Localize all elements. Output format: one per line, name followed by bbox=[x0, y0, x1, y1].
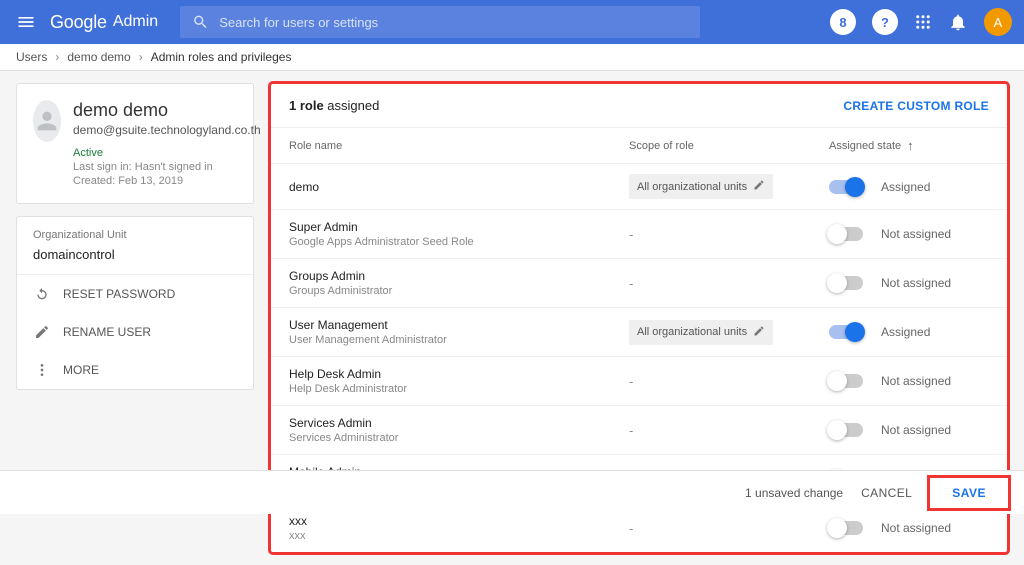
assigned-toggle[interactable] bbox=[829, 180, 863, 194]
col-state-label: Assigned state bbox=[829, 140, 901, 152]
unsaved-changes-text: 1 unsaved change bbox=[745, 486, 843, 500]
roles-assigned-suffix: assigned bbox=[324, 98, 380, 113]
scope-text: All organizational units bbox=[637, 326, 747, 338]
pencil-icon bbox=[753, 179, 765, 194]
role-name: Groups Admin bbox=[289, 269, 629, 283]
scope-dash: - bbox=[629, 374, 633, 389]
role-name: Services Admin bbox=[289, 416, 629, 430]
save-button[interactable]: SAVE bbox=[930, 478, 1008, 508]
notifications-count[interactable]: 8 bbox=[830, 9, 856, 35]
help-icon[interactable]: ? bbox=[872, 9, 898, 35]
reset-icon bbox=[33, 285, 51, 303]
col-role-name[interactable]: Role name bbox=[289, 140, 629, 152]
more-icon bbox=[33, 361, 51, 379]
rename-user-label: RENAME USER bbox=[63, 325, 151, 339]
breadcrumb-sep: › bbox=[139, 50, 143, 64]
scope-text: All organizational units bbox=[637, 181, 747, 193]
header-actions: 8 ? A bbox=[830, 8, 1012, 36]
search-bar[interactable] bbox=[180, 6, 700, 38]
assigned-toggle[interactable] bbox=[829, 521, 863, 535]
breadcrumb-sep: › bbox=[55, 50, 59, 64]
logo[interactable]: Google Admin bbox=[50, 12, 158, 33]
assigned-state-text: Not assigned bbox=[881, 227, 951, 241]
user-last-signin: Last sign in: Hasn't signed in bbox=[73, 161, 261, 173]
roles-assigned-count: 1 role assigned bbox=[289, 98, 379, 113]
col-scope[interactable]: Scope of role bbox=[629, 140, 829, 152]
account-avatar[interactable]: A bbox=[984, 8, 1012, 36]
scope-dash: - bbox=[629, 423, 633, 438]
rename-user-button[interactable]: RENAME USER bbox=[17, 313, 253, 351]
user-card: demo demo demo@gsuite.technologyland.co.… bbox=[16, 83, 254, 204]
cancel-button[interactable]: CANCEL bbox=[861, 486, 912, 500]
assigned-toggle[interactable] bbox=[829, 276, 863, 290]
assigned-toggle[interactable] bbox=[829, 325, 863, 339]
scope-dash: - bbox=[629, 276, 633, 291]
scope-dash: - bbox=[629, 521, 633, 536]
footer-bar: 1 unsaved change CANCEL SAVE bbox=[0, 470, 1024, 514]
scope-chip[interactable]: All organizational units bbox=[629, 174, 773, 199]
logo-subtext: Admin bbox=[113, 13, 158, 31]
role-name: demo bbox=[289, 180, 629, 194]
reset-password-button[interactable]: RESET PASSWORD bbox=[17, 275, 253, 313]
breadcrumb: Users › demo demo › Admin roles and priv… bbox=[0, 44, 1024, 71]
logo-text: Google bbox=[50, 12, 107, 33]
more-button[interactable]: MORE bbox=[17, 351, 253, 389]
role-desc: User Management Administrator bbox=[289, 334, 629, 346]
edit-icon bbox=[33, 323, 51, 341]
org-card: Organizational Unit domaincontrol RESET … bbox=[16, 216, 254, 390]
assigned-state-text: Assigned bbox=[881, 325, 930, 339]
assigned-toggle[interactable] bbox=[829, 374, 863, 388]
assigned-state-text: Not assigned bbox=[881, 374, 951, 388]
user-status: Active bbox=[73, 147, 261, 159]
role-desc: xxx bbox=[289, 530, 629, 542]
apps-icon[interactable] bbox=[914, 13, 932, 31]
menu-icon[interactable] bbox=[12, 8, 40, 36]
assigned-state-text: Assigned bbox=[881, 180, 930, 194]
user-name: demo demo bbox=[73, 100, 261, 121]
role-row[interactable]: Groups Admin Groups Administrator- Not ass… bbox=[271, 259, 1007, 308]
assigned-state-text: Not assigned bbox=[881, 423, 951, 437]
assigned-state-text: Not assigned bbox=[881, 521, 951, 535]
bell-icon[interactable] bbox=[948, 12, 968, 32]
search-input[interactable] bbox=[219, 15, 688, 30]
role-desc: Groups Administrator bbox=[289, 285, 629, 297]
role-name: User Management bbox=[289, 318, 629, 332]
role-row[interactable]: Super Admin Google Apps Administrator See… bbox=[271, 210, 1007, 259]
role-row[interactable]: User Management User Management Administr… bbox=[271, 308, 1007, 357]
scope-chip[interactable]: All organizational units bbox=[629, 320, 773, 345]
breadcrumb-current: Admin roles and privileges bbox=[151, 50, 292, 64]
org-unit-label: Organizational Unit bbox=[33, 229, 237, 241]
role-desc: Services Administrator bbox=[289, 432, 629, 444]
user-avatar-icon bbox=[33, 100, 61, 142]
scope-dash: - bbox=[629, 227, 633, 242]
roles-count-bold: 1 role bbox=[289, 98, 324, 113]
role-row[interactable]: demo All organizational units Assigned bbox=[271, 164, 1007, 210]
assigned-toggle[interactable] bbox=[829, 423, 863, 437]
pencil-icon bbox=[753, 325, 765, 340]
user-created: Created: Feb 13, 2019 bbox=[73, 175, 261, 187]
sort-arrow-up-icon: ↑ bbox=[907, 138, 914, 153]
role-desc: Google Apps Administrator Seed Role bbox=[289, 236, 629, 248]
role-name: xxx bbox=[289, 514, 629, 528]
more-label: MORE bbox=[63, 363, 99, 377]
app-header: Google Admin 8 ? A bbox=[0, 0, 1024, 44]
role-row[interactable]: Help Desk Admin Help Desk Administrator- N… bbox=[271, 357, 1007, 406]
roles-table-header: Role name Scope of role Assigned state ↑ bbox=[271, 128, 1007, 164]
create-custom-role-button[interactable]: CREATE CUSTOM ROLE bbox=[843, 99, 989, 113]
col-assigned-state[interactable]: Assigned state ↑ bbox=[829, 138, 989, 153]
roles-header: 1 role assigned CREATE CUSTOM ROLE bbox=[271, 84, 1007, 128]
breadcrumb-link-users[interactable]: Users bbox=[16, 50, 47, 64]
role-desc: Help Desk Administrator bbox=[289, 383, 629, 395]
org-unit-value: domaincontrol bbox=[33, 247, 237, 262]
assigned-state-text: Not assigned bbox=[881, 276, 951, 290]
user-email: demo@gsuite.technologyland.co.th bbox=[73, 123, 261, 137]
role-name: Help Desk Admin bbox=[289, 367, 629, 381]
role-name: Super Admin bbox=[289, 220, 629, 234]
search-icon bbox=[192, 13, 209, 31]
role-row[interactable]: Services Admin Services Administrator- Not… bbox=[271, 406, 1007, 455]
breadcrumb-link-user[interactable]: demo demo bbox=[67, 50, 130, 64]
reset-password-label: RESET PASSWORD bbox=[63, 287, 175, 301]
assigned-toggle[interactable] bbox=[829, 227, 863, 241]
